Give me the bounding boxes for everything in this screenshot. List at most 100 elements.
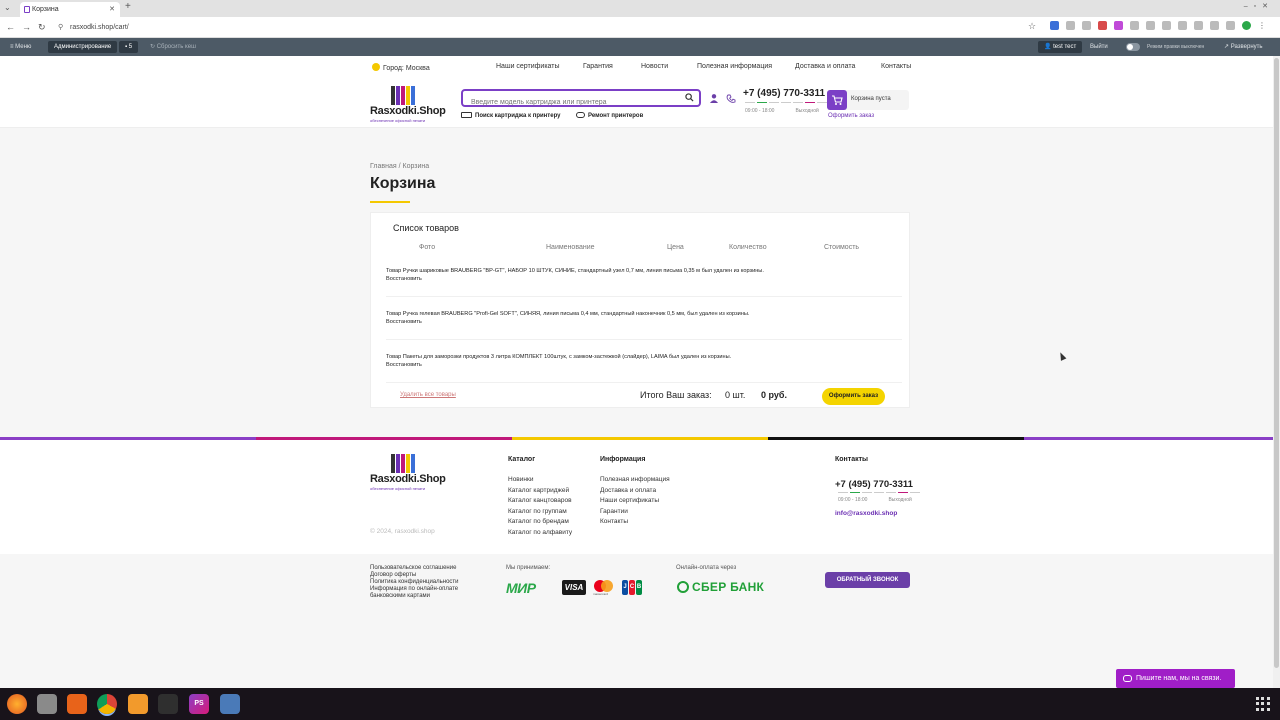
site-favicon-icon	[24, 6, 30, 13]
app-store-icon[interactable]	[67, 694, 87, 714]
media-icon[interactable]	[1194, 21, 1203, 30]
extension-icon[interactable]	[1098, 21, 1107, 30]
extension-flag-icon[interactable]	[1050, 21, 1059, 30]
phpstorm-icon[interactable]: PS	[189, 694, 209, 714]
repair-printers-link[interactable]: Ремонт принтеров	[576, 112, 643, 119]
footer-link-brands[interactable]: Каталог по брендам	[508, 518, 569, 525]
back-icon[interactable]: ←	[6, 22, 15, 32]
browser-tab[interactable]: Корзина ✕	[20, 2, 120, 17]
footer-link-contacts[interactable]: Контакты	[600, 518, 628, 525]
footer-link-cartridges[interactable]: Каталог картриджей	[508, 487, 569, 494]
footer-link-new[interactable]: Новинки	[508, 476, 533, 483]
reset-cache-button[interactable]: ↻ Сбросить кеш	[150, 38, 196, 56]
breadcrumb: Главная / Корзина	[370, 163, 429, 170]
reload-icon[interactable]: ↻	[38, 22, 46, 33]
find-cartridge-link[interactable]: Поиск картриджа к принтеру	[461, 112, 561, 119]
edit-mode-toggle[interactable]	[1126, 43, 1140, 51]
place-order-button[interactable]: Оформить заказ	[822, 388, 885, 405]
nav-guarantee[interactable]: Гарантия	[583, 63, 613, 70]
column-photo: Фото	[419, 244, 436, 251]
city-selector[interactable]: Город: Москва	[372, 63, 430, 72]
extension-icon[interactable]	[1066, 21, 1075, 30]
scrollbar-thumb[interactable]	[1274, 58, 1279, 668]
footer-link-groups[interactable]: Каталог по группам	[508, 508, 567, 515]
phone-icon[interactable]	[726, 94, 736, 104]
extension-camera-icon[interactable]	[1082, 21, 1091, 30]
nav-certificates[interactable]: Наши сертификаты	[496, 63, 560, 70]
site-logo[interactable]: Rasxodki.Shop обеспечение офисной печати	[370, 86, 446, 123]
extension-icon[interactable]	[1162, 21, 1171, 30]
terminal-icon[interactable]	[158, 694, 178, 714]
profile-avatar[interactable]	[1242, 21, 1251, 30]
extensions-puzzle-icon[interactable]	[1178, 21, 1187, 30]
sublime-text-icon[interactable]	[128, 694, 148, 714]
footer-email[interactable]: info@rasxodki.shop	[835, 510, 897, 517]
nav-useful-info[interactable]: Полезная информация	[697, 63, 772, 70]
chrome-icon[interactable]	[97, 694, 117, 714]
footer-link-delivery[interactable]: Доставка и оплата	[600, 487, 656, 494]
footer-phone[interactable]: +7 (495) 770-3311	[835, 479, 913, 490]
footer-day-off: Выходной	[888, 497, 912, 503]
footer-link-stationery[interactable]: Каталог канцтоваров	[508, 497, 572, 504]
app-grid-icon[interactable]	[1256, 697, 1270, 711]
callback-button[interactable]: ОБРАТНЫЙ ЗВОНОК	[825, 572, 910, 588]
search-input[interactable]	[463, 95, 673, 110]
nav-delivery[interactable]: Доставка и оплата	[795, 63, 855, 70]
side-panel-icon[interactable]	[1226, 21, 1235, 30]
header-phone[interactable]: +7 (495) 770-3311	[743, 88, 825, 99]
restore-item-link[interactable]: Восстановить	[386, 319, 422, 325]
chat-widget-button[interactable]: Пишите нам, мы на связи.	[1116, 669, 1235, 688]
files-icon[interactable]	[37, 694, 57, 714]
phone-color-bars	[838, 492, 920, 493]
admin-user-button[interactable]: 👤 test тест	[1038, 41, 1083, 53]
logout-button[interactable]: Выйти	[1090, 38, 1108, 56]
browser-menu-icon[interactable]: ⋮	[1258, 21, 1267, 30]
site-info-icon[interactable]: ⚲	[58, 20, 63, 35]
header-cart-button[interactable]: Корзина пуста	[827, 90, 909, 110]
delete-all-items-link[interactable]: Удалить все товары	[400, 392, 456, 398]
firefox-icon[interactable]	[7, 694, 27, 714]
column-cost: Стоимость	[824, 244, 860, 251]
header-order-link[interactable]: Оформить заказ	[828, 113, 874, 119]
footer-link-certificates[interactable]: Наши сертификаты	[600, 497, 659, 504]
footer-work-hours: 09:00 - 18:00 Выходной	[838, 497, 912, 503]
legal-privacy[interactable]: Политика конфиденциальности	[370, 579, 459, 586]
removed-item-row: Товар Ручка гелевая BRAUBERG "Profi-Gel …	[386, 311, 902, 340]
expand-button[interactable]: ↗ Развернуть	[1224, 38, 1263, 56]
user-account-icon[interactable]	[710, 94, 718, 103]
extension-icon[interactable]	[1114, 21, 1123, 30]
forward-icon[interactable]: →	[22, 22, 31, 32]
footer-link-useful-info[interactable]: Полезная информация	[600, 476, 670, 483]
admin-menu-button[interactable]: ≡ Меню	[10, 38, 31, 56]
administration-button[interactable]: Администрирование	[48, 41, 118, 53]
new-tab-icon[interactable]: +	[125, 1, 131, 12]
extension-icon[interactable]	[1146, 21, 1155, 30]
url-field[interactable]: ⚲ rasxodki.shop/cart/	[52, 20, 1042, 35]
breadcrumb-home[interactable]: Главная	[370, 163, 397, 170]
restore-item-link[interactable]: Восстановить	[386, 276, 422, 282]
search-icon[interactable]	[685, 93, 694, 102]
nav-contacts[interactable]: Контакты	[881, 63, 911, 70]
tab-list-icon[interactable]: ⌄	[4, 3, 11, 12]
mastercard-logo: mastercard	[593, 580, 615, 596]
jcb-letter-j: J	[622, 580, 628, 595]
page-scrollbar[interactable]	[1273, 56, 1280, 688]
restore-item-link[interactable]: Восстановить	[386, 362, 422, 368]
phone-color-bars	[745, 102, 827, 103]
screenshot-tool-icon[interactable]	[220, 694, 240, 714]
footer-link-alphabet[interactable]: Каталог по алфавиту	[508, 529, 572, 536]
comments-button[interactable]: ▪ 5	[119, 41, 139, 53]
legal-card-payment-info[interactable]: Информация по онлайн-оплате банковскими …	[370, 586, 465, 600]
footer-logo[interactable]: Rasxodki.Shop обеспечение офисной печати	[370, 454, 446, 491]
extension-pen-icon[interactable]	[1130, 21, 1139, 30]
download-icon[interactable]	[1210, 21, 1219, 30]
footer-link-guarantees[interactable]: Гарантии	[600, 508, 628, 515]
close-tab-icon[interactable]: ✕	[109, 2, 115, 17]
window-controls[interactable]: –▫✕	[1244, 2, 1274, 10]
footer-work-hours-time: 09:00 - 18:00	[838, 497, 868, 503]
mouse-cursor-icon	[1057, 351, 1067, 361]
legal-offer[interactable]: Договор оферты	[370, 572, 416, 579]
bookmark-star-icon[interactable]: ☆	[1028, 21, 1036, 32]
legal-user-agreement[interactable]: Пользовательское соглашение	[370, 565, 456, 572]
nav-news[interactable]: Новости	[641, 63, 668, 70]
